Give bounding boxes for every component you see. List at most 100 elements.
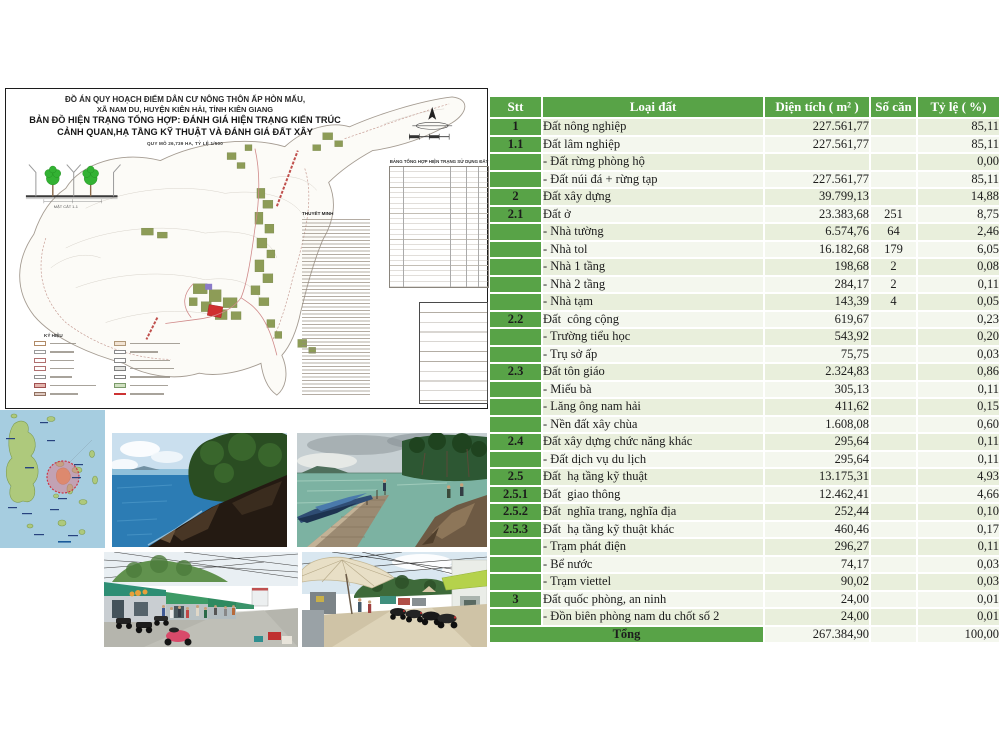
percentage: 0,10 [917,503,1000,521]
legend-swatch [114,383,126,388]
unit-count [870,538,917,556]
area-value: 90,02 [764,573,870,591]
land-type: - Đất dịch vụ du lịch [542,451,764,469]
map-title-line2: XÃ NAM DU, HUYỆN KIÊN HẢI, TỈNH KIÊN GIA… [20,105,350,115]
area-value: 16.182,68 [764,241,870,259]
unit-count [870,398,917,416]
legend-title: KÝ HIỆU [44,333,234,338]
table-row: 2Đất xây dựng39.799,1314,88 [490,188,1000,206]
percentage: 8,75 [917,206,1000,224]
table-row: - Đồn biên phòng nam du chốt số 224,000,… [490,608,1000,626]
legend-item [114,366,180,371]
land-type: - Trụ sở ấp [542,346,764,364]
row-number [490,538,542,556]
percentage: 0,08 [917,258,1000,276]
legend-swatch [114,350,126,355]
land-type: - Nhà 2 tầng [542,276,764,294]
legend-swatch [34,366,46,371]
legend-item [34,349,96,354]
percentage: 0,03 [917,573,1000,591]
legend-item [34,358,96,363]
land-type: Đất hạ tầng kỹ thuật [542,468,764,486]
table-row: 1Đất nông nghiệp227.561,7785,11 [490,118,1000,136]
row-number [490,276,542,294]
land-type: - Nhà 1 tầng [542,258,764,276]
table-row: 2.4Đất xây dựng chức năng khác295,640,11 [490,433,1000,451]
table-row: 2.1Đất ở23.383,682518,75 [490,206,1000,224]
unit-count [870,118,917,136]
table-row: 3Đất quốc phòng, an ninh24,000,01 [490,591,1000,609]
land-type: - Nhà tường [542,223,764,241]
land-use-table-container: Stt Loại đất Diện tích ( m² ) Số căn Tỷ … [490,97,1000,650]
total-label: Tổng [490,626,764,644]
land-type: - Đất rừng phòng hộ [542,153,764,171]
table-row: - Đất rừng phòng hộ0,00 [490,153,1000,171]
row-number: 1 [490,118,542,136]
section-label: MẶT CẮT 1-1 [54,204,79,209]
row-number: 3 [490,591,542,609]
table-row: - Nhà tường6.574,76642,46 [490,223,1000,241]
table-row: - Đất dịch vụ du lịch295,640,11 [490,451,1000,469]
location-map [0,410,105,548]
land-type: Đất công cộng [542,311,764,329]
row-number: 2.1 [490,206,542,224]
unit-count [870,503,917,521]
row-number: 2.5.2 [490,503,542,521]
unit-count: 2 [870,258,917,276]
planning-map-sheet: MẶT CẮT 1-1 ĐỒ ÁN QUY HOẠCH ĐIỂM DÂN CƯ … [5,88,488,409]
land-type: Đất xây dựng [542,188,764,206]
land-type: Đất nghĩa trang, nghĩa địa [542,503,764,521]
legend-swatch [114,366,126,371]
land-type: Đất quốc phòng, an ninh [542,591,764,609]
unit-count: 179 [870,241,917,259]
area-value: 305,13 [764,381,870,399]
land-type: - Nhà tol [542,241,764,259]
land-type: - Đất núi đá + rừng tạp [542,171,764,189]
mini-table-title: BẢNG TỔNG HỢP HIỆN TRẠNG SỬ DỤNG ĐẤT [389,159,489,164]
table-row: 2.5Đất hạ tầng kỹ thuật13.175,314,93 [490,468,1000,486]
row-number [490,258,542,276]
unit-count [870,451,917,469]
map-legend: KÝ HIỆU [34,333,234,396]
area-value: 227.561,77 [764,136,870,154]
map-title-line4: CẢNH QUAN,HẠ TẦNG KỸ THUẬT VÀ ĐÁNH GIÁ Đ… [20,127,350,139]
land-type: Đất hạ tầng kỹ thuật khác [542,521,764,539]
land-type: - Trạm viettel [542,573,764,591]
percentage: 0,11 [917,451,1000,469]
land-type: Đất ở [542,206,764,224]
percentage: 0,11 [917,433,1000,451]
percentage: 0,05 [917,293,1000,311]
row-number: 2.3 [490,363,542,381]
unit-count [870,608,917,626]
unit-count: 251 [870,206,917,224]
row-number [490,556,542,574]
row-number: 2.4 [490,433,542,451]
legend-label-placeholder [50,360,74,362]
row-number [490,346,542,364]
legend-item [114,349,180,354]
total-area: 267.384,90 [764,626,870,644]
table-row: - Trạm viettel90,02 0,03 [490,573,1000,591]
legend-swatch [34,350,46,355]
percentage: 85,11 [917,118,1000,136]
area-value: 198,68 [764,258,870,276]
map-title-line3: BẢN ĐỒ HIỆN TRẠNG TỔNG HỢP: ĐÁNH GIÁ HIỆ… [20,115,350,127]
legend-label-placeholder [130,393,164,395]
percentage: 0,03 [917,346,1000,364]
legend-item [34,341,96,346]
total-unit-count [870,626,917,644]
land-type: Đất tôn giáo [542,363,764,381]
unit-count [870,591,917,609]
legend-label-placeholder [50,393,78,395]
legend-label-placeholder [130,343,180,345]
table-row: - Lăng ông nam hải411,620,15 [490,398,1000,416]
photo-umbrella-street [302,552,487,647]
header-area: Diện tích ( m² ) [764,97,870,118]
area-value: 296,27 [764,538,870,556]
legend-swatch [114,341,126,346]
legend-label-placeholder [130,368,174,370]
table-row: - Nhà tol16.182,681796,05 [490,241,1000,259]
row-number [490,381,542,399]
photo-pier-boat [297,433,487,547]
legend-label-placeholder [50,385,96,387]
